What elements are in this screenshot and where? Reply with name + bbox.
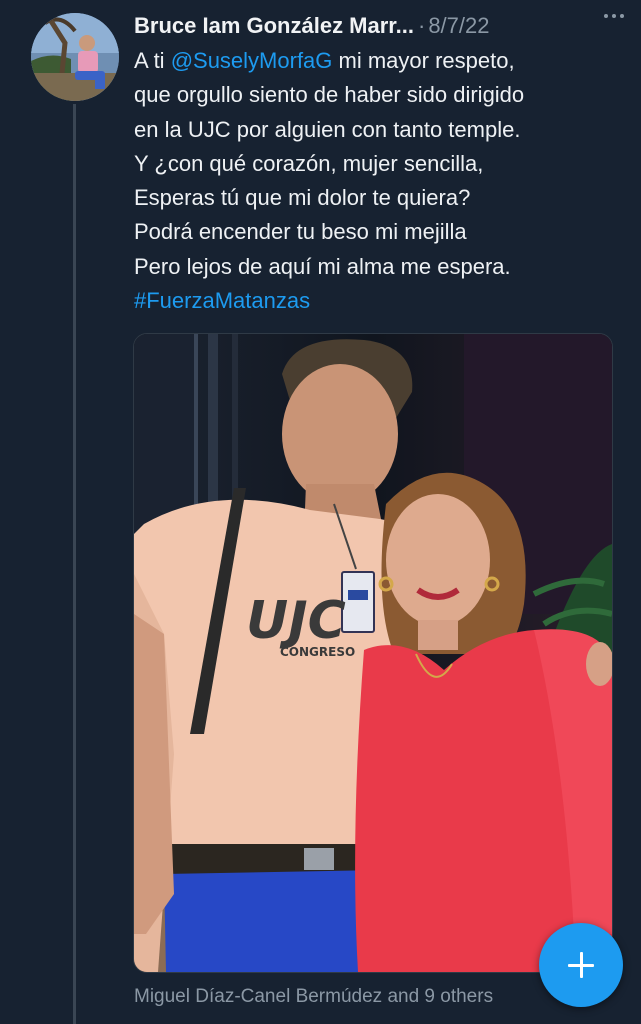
tweet-date[interactable]: 8/7/22 (428, 13, 489, 39)
header-separator: · (417, 13, 426, 38)
tweet-line: que orgullo siento de haber sido dirigid… (134, 82, 525, 108)
hashtag-link[interactable]: #FuerzaMatanzas (134, 284, 634, 318)
author-name[interactable]: Bruce Iam González Marr... (134, 13, 414, 39)
tweet-line-text: mi mayor respeto, (332, 48, 515, 73)
tweet-line: A ti @SuselyMorfaG mi mayor respeto, (134, 44, 634, 78)
tweet-line: Esperas tú que mi dolor te quiera? (134, 185, 471, 211)
shirt-subprint: CONGRESO (280, 645, 355, 659)
more-horizontal-icon[interactable] (599, 4, 629, 28)
compose-button[interactable] (539, 923, 623, 1007)
tweet-photo[interactable]: UJC CONGRESO (133, 333, 613, 973)
photo-image: UJC CONGRESO (134, 334, 612, 972)
thread-line (73, 104, 76, 1024)
liked-by-text[interactable]: Miguel Díaz-Canel Bermúdez and 9 others (134, 986, 493, 1008)
tweet-text: A ti @SuselyMorfaG mi mayor respeto, que… (134, 44, 634, 318)
tweet-line: Y ¿con qué corazón, mujer sencilla, (134, 150, 484, 176)
tweet-line: en la UJC por alguien con tanto temple. (134, 116, 521, 142)
shirt-print: UJC (246, 591, 346, 651)
tweet-header: Bruce Iam González Marr... · 8/7/22 (134, 10, 624, 42)
plus-icon (568, 952, 594, 978)
tweet-line: Pero lejos de aquí mi alma me espera. (134, 253, 511, 279)
tweet-card[interactable]: Bruce Iam González Marr... · 8/7/22 A ti… (0, 0, 641, 1024)
tweet-line-text: A ti (134, 48, 171, 73)
avatar[interactable] (31, 13, 119, 101)
mention-link[interactable]: @SuselyMorfaG (171, 48, 333, 73)
avatar-photo (31, 13, 119, 101)
tweet-line: Podrá encender tu beso mi mejilla (134, 219, 467, 245)
